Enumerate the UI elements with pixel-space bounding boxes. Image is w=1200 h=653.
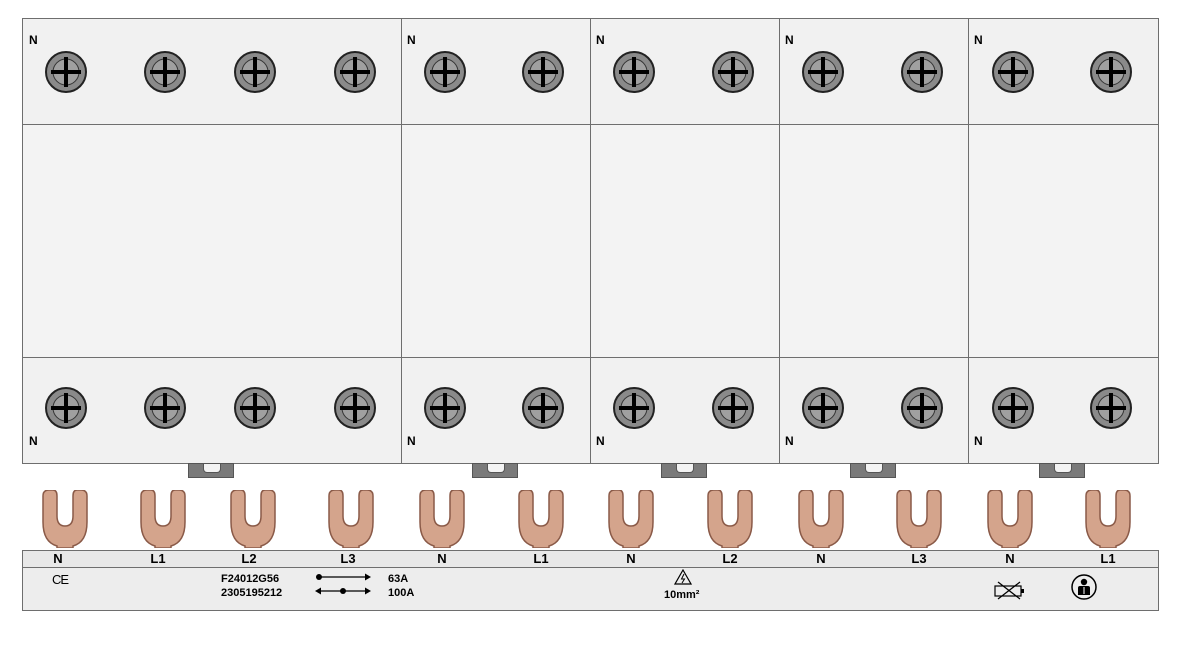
busbar-fork-icon [140, 490, 186, 548]
clip-notch [1054, 464, 1072, 473]
clip-notch [676, 464, 694, 473]
busbar-fork-icon [798, 490, 844, 548]
arrow-double-icon [315, 587, 371, 595]
neutral-label-bottom: N [785, 434, 794, 448]
connection-label: L3 [340, 551, 356, 566]
neutral-label-bottom: N [596, 434, 605, 448]
neutral-label-top: N [974, 33, 983, 47]
clip-notch [487, 464, 505, 473]
screw-icon [712, 51, 754, 93]
electrician-icon [1071, 574, 1097, 600]
max-current: 100A [388, 587, 415, 599]
screw-icon [992, 387, 1034, 429]
busbar-fork-icon [896, 490, 942, 548]
busbar-fork-icon [707, 490, 753, 548]
arrow-right-icon [316, 573, 371, 581]
screw-icon [522, 387, 564, 429]
din-rail-clip [850, 463, 896, 478]
connection-label: N [53, 551, 63, 566]
screw-icon [1090, 51, 1132, 93]
neutral-label-top: N [596, 33, 605, 47]
screw-icon [144, 387, 186, 429]
connection-label: N [816, 551, 826, 566]
part-number: F24012G56 [221, 573, 280, 585]
screw-icon [901, 51, 943, 93]
busbar-label-strip [23, 551, 1158, 568]
screw-icon [522, 51, 564, 93]
din-rail-clip [661, 463, 707, 478]
neutral-label-top: N [785, 33, 794, 47]
screw-icon [802, 387, 844, 429]
connection-label: L1 [1100, 551, 1116, 566]
screw-icon [45, 51, 87, 93]
screw-icon [802, 51, 844, 93]
busbar-fork-icon [419, 490, 465, 548]
neutral-label-bottom: N [29, 434, 38, 448]
connection-label: L1 [533, 551, 549, 566]
warning-voltage-icon [674, 569, 692, 585]
connection-label: L2 [722, 551, 738, 566]
screw-icon [424, 387, 466, 429]
diagram-stage: N N N N N N N N N N N L1 L2 L3 N L1 N L2… [0, 0, 1200, 653]
screw-icon [1090, 387, 1132, 429]
clip-notch [865, 464, 883, 473]
screw-icon [334, 51, 376, 93]
busbar-fork-icon [1085, 490, 1131, 548]
busbar-fork-icon [518, 490, 564, 548]
rated-current: 63A [388, 573, 409, 585]
connection-label: L1 [150, 551, 166, 566]
din-rail-clip [188, 463, 234, 478]
busbar-fork-icon [230, 490, 276, 548]
busbar-fork-icon [608, 490, 654, 548]
screw-icon [901, 387, 943, 429]
connection-label: N [437, 551, 447, 566]
neutral-label-bottom: N [407, 434, 416, 448]
busbar-fork-icon [987, 490, 1033, 548]
screw-icon [992, 51, 1034, 93]
screw-icon [234, 51, 276, 93]
connection-label: N [1005, 551, 1015, 566]
din-rail-clip [1039, 463, 1085, 478]
screw-icon [144, 51, 186, 93]
busbar-fork-icon [42, 490, 88, 548]
busbar [22, 550, 1159, 611]
screw-icon [234, 387, 276, 429]
connection-label: L2 [241, 551, 257, 566]
screw-icon [424, 51, 466, 93]
connection-label: L3 [911, 551, 927, 566]
din-rail-clip [472, 463, 518, 478]
serial-number: 2305195212 [221, 587, 283, 599]
screw-icon [613, 387, 655, 429]
cross-section: 10mm² [664, 589, 700, 601]
clip-notch [203, 464, 221, 473]
connection-label: N [626, 551, 636, 566]
no-battery-disposal-icon [994, 581, 1024, 600]
neutral-label-bottom: N [974, 434, 983, 448]
busbar-fork-icon [328, 490, 374, 548]
neutral-label-top: N [29, 33, 38, 47]
neutral-label-top: N [407, 33, 416, 47]
screw-icon [613, 51, 655, 93]
screw-icon [45, 387, 87, 429]
screw-icon [712, 387, 754, 429]
screw-icon [334, 387, 376, 429]
ce-mark: CE [52, 572, 69, 587]
